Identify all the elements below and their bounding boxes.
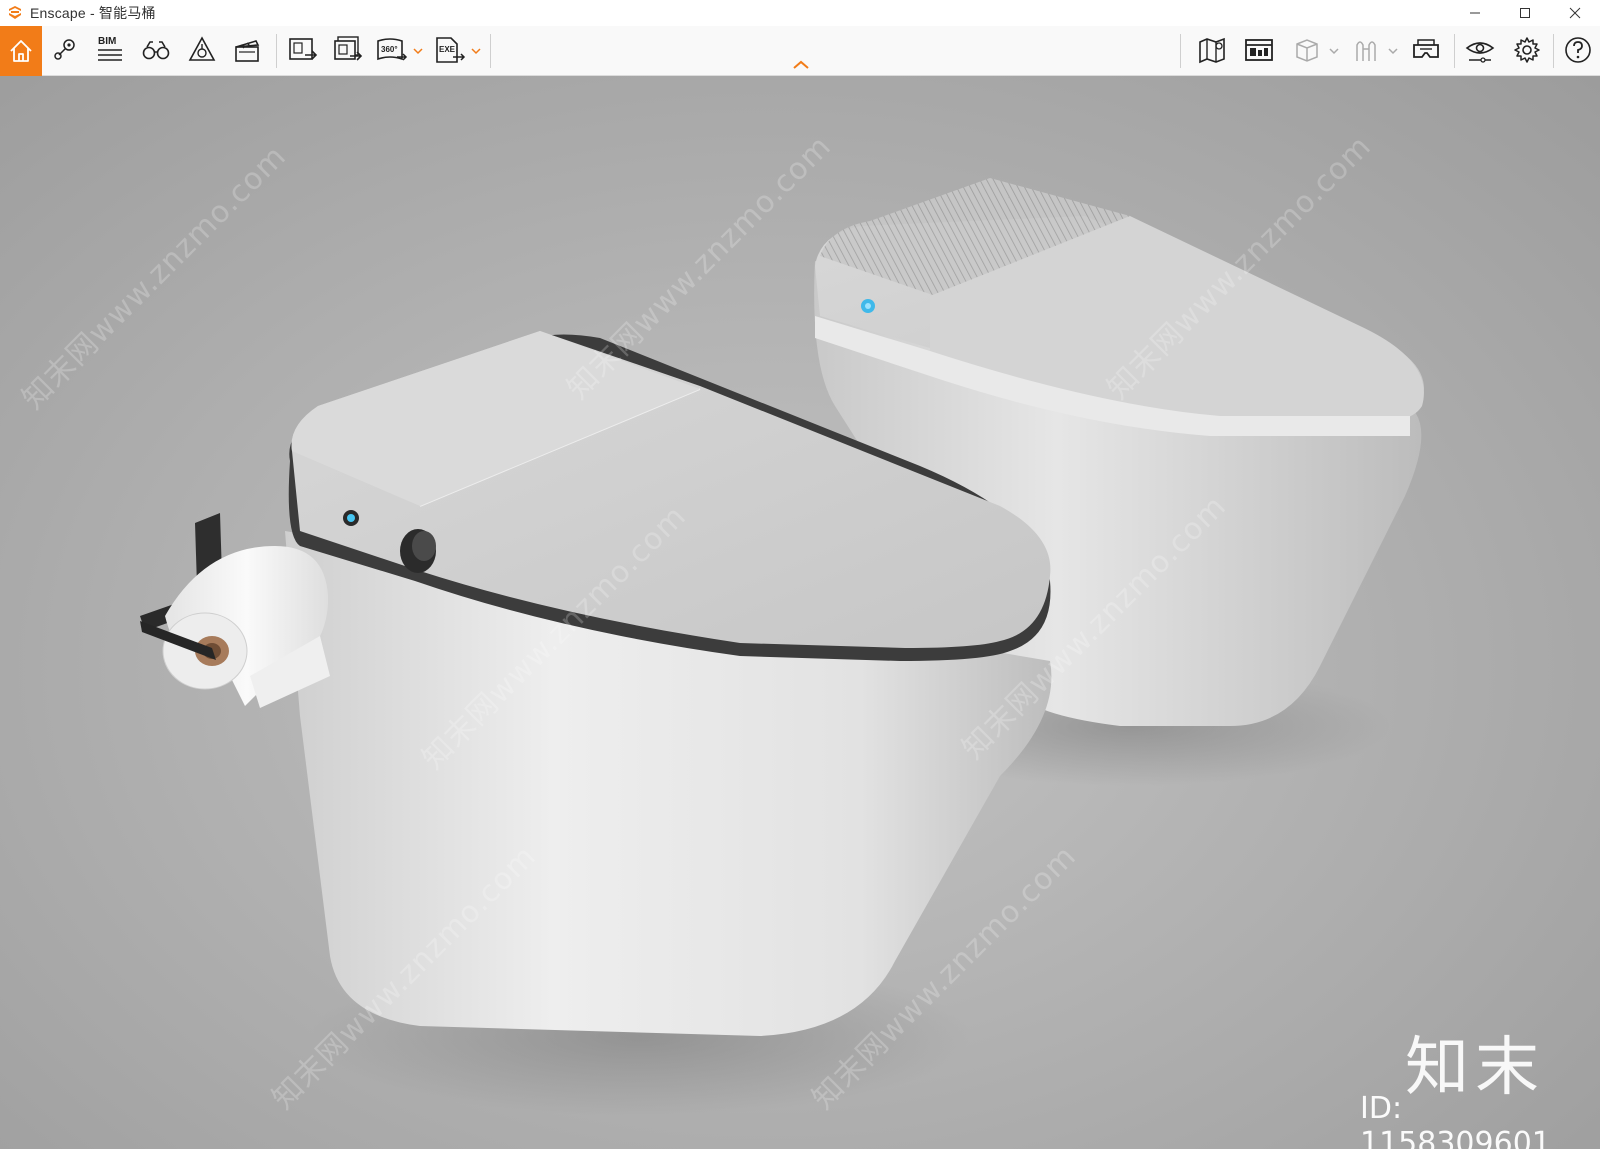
minimize-button[interactable]: [1450, 0, 1500, 26]
main-toolbar: BIM 360° EXE: [0, 26, 1600, 76]
toolbar-separator: [1180, 34, 1181, 68]
scene-render: [140, 178, 1424, 1116]
collapse-toolbar-button[interactable]: [790, 58, 812, 72]
export-button[interactable]: EXE: [430, 30, 470, 70]
chevron-down-icon: [413, 48, 423, 55]
render-viewport[interactable]: 知末网www.znzmo.com 知末网www.znzmo.com 知末网www…: [0, 76, 1600, 1149]
map-button[interactable]: [1192, 30, 1232, 70]
video-editor-button[interactable]: [227, 30, 267, 70]
panorama-icon: 360°: [377, 38, 408, 61]
asset-library-icon: [188, 36, 216, 61]
chevron-up-icon: [793, 60, 809, 69]
assets-button[interactable]: [182, 30, 222, 70]
enscape-window: Enscape - 智能马桶 BIM 360° EXE 知末网www.znzmo…: [0, 0, 1600, 1149]
close-icon: [1569, 7, 1581, 19]
home-icon: [10, 40, 32, 62]
toolbar-separator: [490, 34, 491, 68]
map-pin-icon: [54, 39, 75, 60]
visual-settings-button[interactable]: [1460, 30, 1500, 70]
window-title: Enscape - 智能马桶: [30, 5, 156, 21]
binoculars-icon: [142, 41, 170, 60]
svg-text:360°: 360°: [381, 45, 398, 54]
map-icon: [1199, 37, 1225, 64]
watermark-id: ID: 1158309601: [1360, 1091, 1551, 1149]
home-button[interactable]: [0, 26, 42, 76]
toolbar-separator: [276, 34, 277, 68]
panorama-dropdown[interactable]: [412, 44, 424, 58]
view-cube-button[interactable]: [1287, 30, 1327, 70]
toolbar-separator: [1454, 34, 1455, 68]
batch-render-icon: [334, 36, 363, 61]
views-button[interactable]: [45, 30, 85, 70]
minimize-icon: [1470, 12, 1480, 14]
window-controls: [1450, 0, 1600, 26]
screenshot-button[interactable]: [283, 30, 323, 70]
clapperboard-icon: [235, 40, 260, 62]
eye-settings-icon: [1465, 42, 1495, 63]
vr-button[interactable]: [1406, 30, 1446, 70]
gear-icon: [1514, 37, 1540, 63]
toolbar-separator: [1553, 34, 1554, 68]
panels-button[interactable]: [1239, 30, 1279, 70]
title-bar: Enscape - 智能马桶: [0, 0, 1600, 26]
material-button[interactable]: [1346, 30, 1386, 70]
svg-text:BIM: BIM: [98, 36, 116, 47]
chevron-down-icon: [471, 48, 481, 55]
export-dropdown[interactable]: [470, 44, 482, 58]
material-dropdown[interactable]: [1387, 44, 1399, 58]
close-button[interactable]: [1550, 0, 1600, 26]
panel-icon: [1245, 39, 1273, 61]
chevron-down-icon: [1388, 48, 1398, 55]
chevron-down-icon: [1329, 48, 1339, 55]
export-icon: EXE: [436, 37, 466, 63]
material-icon: [1356, 41, 1376, 61]
panorama-button[interactable]: 360°: [372, 30, 412, 70]
bim-button[interactable]: BIM: [90, 30, 130, 70]
batch-render-button[interactable]: [328, 30, 368, 70]
settings-button[interactable]: [1507, 30, 1547, 70]
svg-text:EXE: EXE: [439, 45, 456, 54]
cube-icon: [1296, 39, 1318, 62]
bim-icon: BIM: [98, 36, 122, 61]
maximize-icon: [1520, 8, 1530, 18]
maximize-button[interactable]: [1500, 0, 1550, 26]
render-image-icon: [289, 38, 318, 60]
vr-headset-icon: [1413, 39, 1439, 58]
help-button[interactable]: [1558, 30, 1598, 70]
walk-mode-button[interactable]: [136, 30, 176, 70]
enscape-logo-icon: [6, 4, 24, 22]
view-cube-dropdown[interactable]: [1328, 44, 1340, 58]
help-icon: [1565, 37, 1591, 63]
